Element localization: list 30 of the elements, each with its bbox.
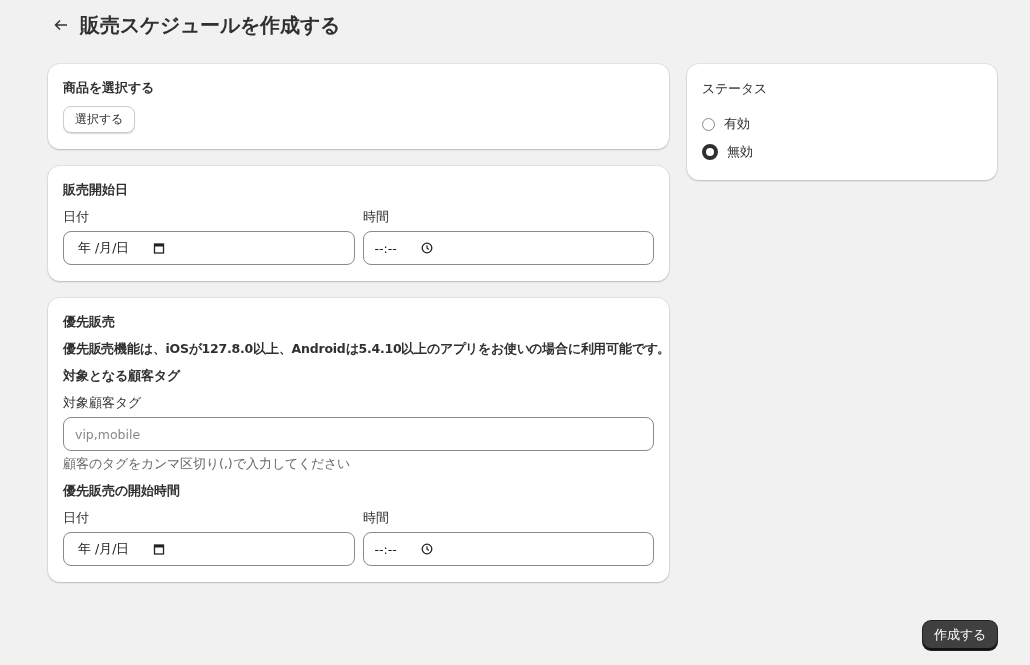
select-button[interactable]: 選択する (63, 106, 135, 133)
radio-label[interactable]: 有効 (724, 115, 750, 133)
date-field[interactable]: 年 /月/日 (63, 231, 355, 265)
calendar-icon (153, 242, 166, 254)
field-label: 時間 (362, 509, 390, 526)
radio-button[interactable] (702, 144, 718, 160)
create-button[interactable]: 作成する (923, 621, 997, 650)
time-field[interactable]: --:-- (362, 231, 654, 265)
section-title: 優先販売 (63, 313, 115, 331)
field-label: 時間 (362, 208, 390, 225)
section-title: 販売開始日 (63, 181, 128, 199)
back-arrow-icon[interactable] (54, 19, 68, 31)
notice-text: 優先販売機能は、iOSが127.8.0以上、Androidは5.4.10以上のアプリをお使いの場合に利用可能です。 (63, 340, 671, 358)
help-text: 顧客のタグをカンマ区切り(,)で入力してください (63, 456, 350, 473)
field-label: 対象顧客タグ (63, 394, 141, 411)
section-title: ステータス (702, 80, 767, 98)
date-field[interactable]: 年 /月/日 (63, 532, 355, 566)
section-title: 商品を選択する (63, 79, 154, 97)
section-subtitle: 優先販売の開始時間 (63, 482, 180, 500)
tag-input-field[interactable]: vip,mobile (63, 417, 654, 451)
clock-icon (420, 242, 433, 254)
page-title: 販売スケジュールを作成する (80, 11, 340, 39)
section-subtitle: 対象となる顧客タグ (63, 367, 180, 385)
radio-button[interactable] (702, 117, 715, 131)
clock-icon (420, 543, 433, 555)
field-label: 日付 (63, 208, 90, 225)
calendar-icon (153, 543, 166, 555)
field-label: 日付 (63, 509, 90, 526)
radio-label[interactable]: 無効 (727, 143, 753, 161)
time-field[interactable]: --:-- (362, 532, 654, 566)
